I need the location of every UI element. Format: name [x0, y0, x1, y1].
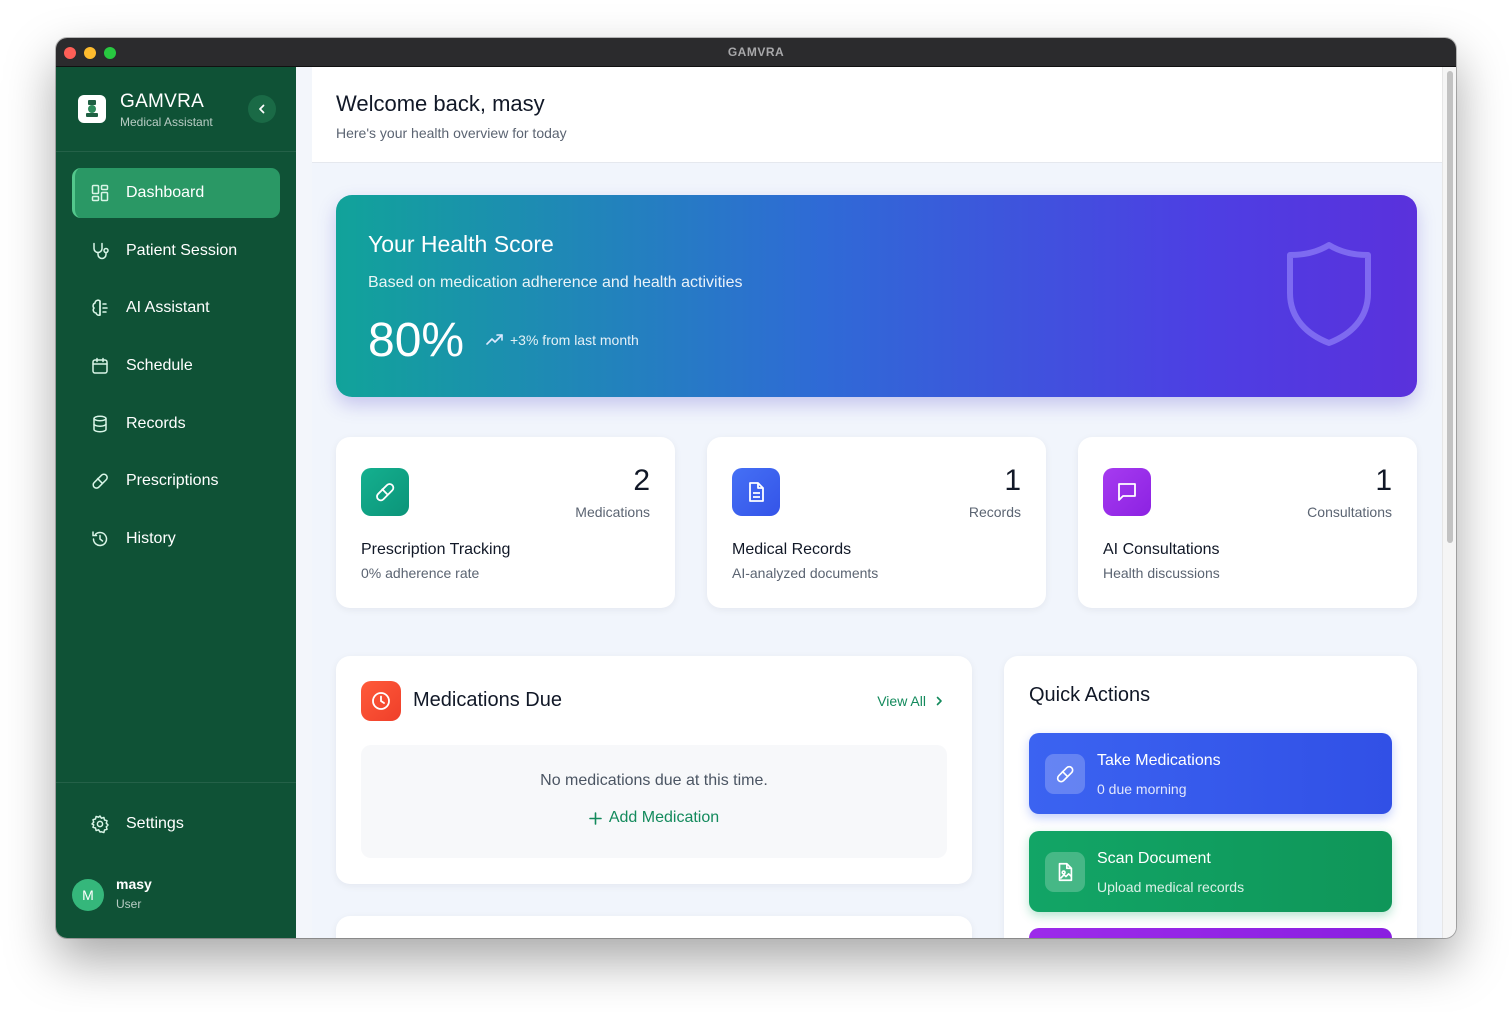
health-score-title: Your Health Score [368, 231, 554, 257]
plus-icon [589, 811, 602, 825]
settings-label: Settings [126, 815, 184, 832]
add-medication-label: Add Medication [608, 809, 720, 826]
message-icon [1103, 468, 1151, 516]
health-score-subtitle: Based on medication adherence and health… [368, 274, 743, 291]
shield-icon [1287, 242, 1371, 346]
sidebar-item-label: Schedule [126, 357, 193, 375]
quick-action-label: Take Medications [1097, 752, 1221, 769]
stat-subtitle: 0% adherence rate [361, 565, 480, 581]
calendar-icon [90, 356, 110, 376]
sidebar-nav: Dashboard Patient Session AI Assistant S… [72, 168, 280, 572]
sidebar-item-label: Dashboard [126, 184, 205, 201]
trend-text: +3% from last month [510, 332, 639, 348]
stat-title: Prescription Tracking [361, 541, 511, 558]
quick-action-subtitle: 0 due morning [1097, 781, 1187, 797]
brand-subtitle: Medical Assistant [120, 115, 213, 129]
page-title: Welcome back, masy [336, 91, 545, 116]
empty-state: No medications due at this time. Add Med… [361, 745, 947, 858]
pill-icon [361, 468, 409, 516]
view-all-label: View All [877, 693, 926, 709]
main-scrollbar[interactable] [1442, 67, 1456, 938]
take-medications-button[interactable]: Take Medications 0 due morning [1029, 733, 1392, 814]
pill-icon [90, 471, 110, 491]
sidebar-item-dashboard[interactable]: Dashboard [72, 168, 280, 218]
chevron-right-icon [936, 696, 942, 706]
main-content: Welcome back, masy Here's your health ov… [312, 67, 1442, 938]
empty-state-text: No medications due at this time. [540, 772, 768, 789]
stat-count: 2 [633, 464, 650, 497]
collapse-sidebar-button[interactable] [248, 95, 276, 123]
stat-count: 1 [1004, 464, 1021, 497]
sidebar-item-schedule[interactable]: Schedule [72, 341, 280, 391]
quick-action-label: Scan Document [1097, 850, 1211, 867]
brand-name: GAMVRA [120, 91, 205, 112]
medications-due-title: Medications Due [413, 689, 562, 711]
clock-icon [361, 681, 401, 721]
sidebar-item-settings[interactable]: Settings [72, 799, 280, 849]
sidebar-item-ai-assistant[interactable]: AI Assistant [72, 283, 280, 333]
scrollbar-thumb[interactable] [1447, 71, 1453, 543]
chevron-left-icon [259, 104, 265, 114]
quick-actions-title: Quick Actions [1029, 684, 1151, 706]
page-subtitle: Here's your health overview for today [336, 125, 567, 141]
brain-icon [90, 298, 110, 318]
medical-records-card[interactable]: 1 Records Medical Records AI-analyzed do… [707, 437, 1046, 608]
sidebar-item-label: Patient Session [126, 241, 238, 259]
sidebar-item-patient-session[interactable]: Patient Session [72, 226, 280, 276]
stat-unit: Records [968, 504, 1021, 520]
sidebar: GAMVRA Medical Assistant Dashboard Patie… [56, 67, 296, 938]
user-profile[interactable]: M masy User [72, 876, 280, 916]
user-name: masy [116, 876, 152, 892]
view-all-link[interactable]: View All [877, 693, 944, 709]
pill-icon [1045, 754, 1085, 794]
dashboard-icon [90, 183, 110, 203]
avatar: M [72, 879, 104, 911]
quick-action-button-partial[interactable] [1029, 928, 1392, 938]
stat-title: Medical Records [732, 541, 852, 558]
title-bar: GAMVRA [56, 38, 1456, 67]
health-score-card: Your Health Score Based on medication ad… [336, 195, 1417, 397]
add-medication-button[interactable]: Add Medication [361, 809, 947, 827]
prescription-tracking-card[interactable]: 2 Medications Prescription Tracking 0% a… [336, 437, 675, 608]
sidebar-item-prescriptions[interactable]: Prescriptions [72, 456, 280, 506]
stat-title: AI Consultations [1103, 541, 1220, 558]
sidebar-item-label: Prescriptions [126, 472, 219, 490]
sidebar-item-label: History [126, 530, 176, 548]
sidebar-item-label: AI Assistant [126, 299, 210, 317]
stat-subtitle: Health discussions [1103, 565, 1220, 581]
trending-up-icon [486, 334, 503, 345]
window-title: GAMVRA [727, 45, 785, 59]
user-role: User [116, 897, 142, 911]
health-score-value: 80% [368, 314, 465, 367]
quick-action-subtitle: Upload medical records [1097, 879, 1245, 895]
app-window: GAMVRA GAMVRA Medical Assistant Dashboar… [56, 38, 1456, 938]
stat-unit: Medications [575, 504, 650, 520]
brand-header: GAMVRA Medical Assistant [56, 67, 296, 152]
app-logo-icon [78, 95, 106, 123]
next-section-card [336, 916, 972, 938]
history-icon [90, 529, 110, 549]
gear-icon [90, 814, 110, 834]
scan-document-button[interactable]: Scan Document Upload medical records [1029, 831, 1392, 912]
stethoscope-icon [90, 241, 110, 261]
quick-actions-card: Quick Actions Take Medications 0 due mor… [1004, 656, 1417, 938]
medications-due-card: Medications Due View All No medications … [336, 656, 972, 884]
database-icon [90, 414, 110, 434]
health-score-trend: +3% from last month [486, 332, 639, 348]
ai-consultations-card[interactable]: 1 Consultations AI Consultations Health … [1078, 437, 1417, 608]
sidebar-item-records[interactable]: Records [72, 399, 280, 449]
sidebar-item-history[interactable]: History [72, 514, 280, 564]
stat-count: 1 [1375, 464, 1392, 497]
stat-subtitle: AI-analyzed documents [732, 565, 879, 581]
file-scan-icon [1045, 852, 1085, 892]
sidebar-footer: Settings M masy User [56, 782, 296, 911]
document-icon [732, 468, 780, 516]
sidebar-item-label: Records [126, 414, 186, 432]
page-header: Welcome back, masy Here's your health ov… [312, 67, 1442, 163]
stat-unit: Consultations [1307, 504, 1392, 520]
